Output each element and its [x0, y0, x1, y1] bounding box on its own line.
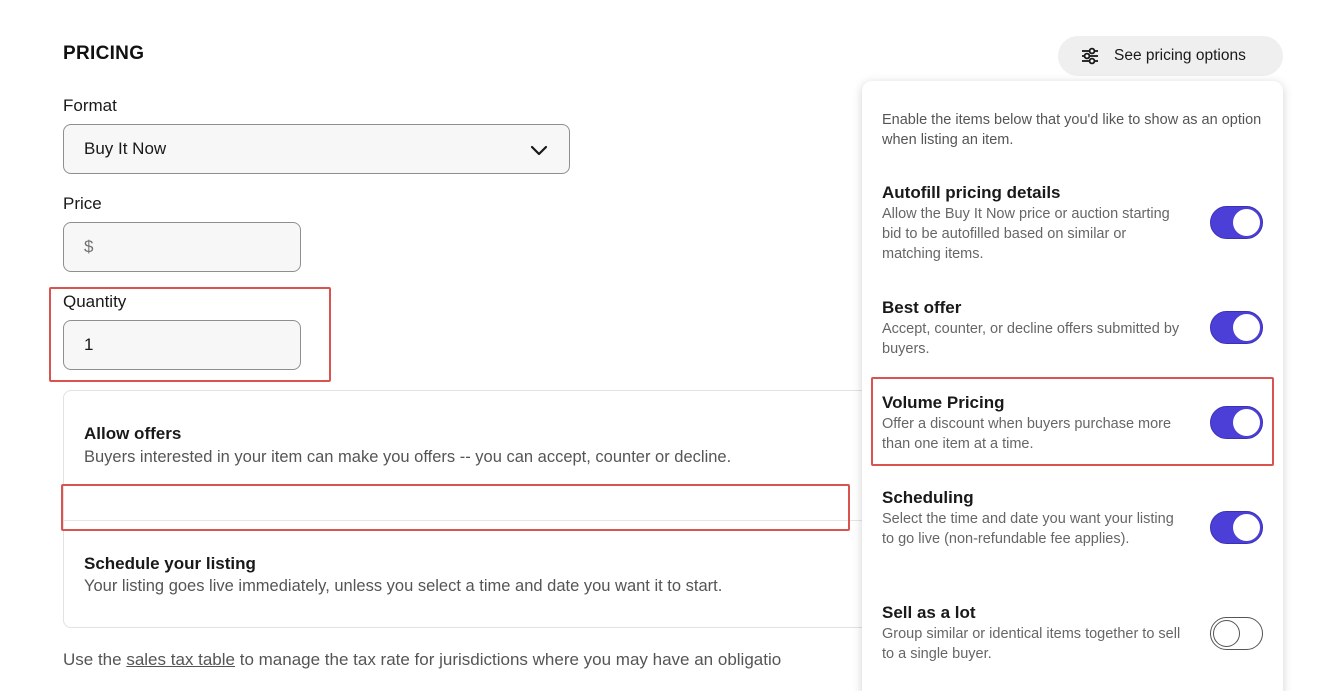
panel-intro: Enable the items below that you'd like t… [882, 112, 1262, 148]
schedule-desc: Your listing goes live immediately, unle… [84, 577, 723, 595]
option-title: Autofill pricing details [882, 183, 1061, 202]
chevron-down-icon [530, 145, 548, 156]
option-desc: Accept, counter, or decline offers submi… [882, 321, 1180, 357]
allow-offers-desc: Buyers interested in your item can make … [84, 448, 732, 466]
toggle-knob [1233, 209, 1260, 236]
price-input[interactable]: $ [63, 222, 301, 272]
allow-offers-title: Allow offers [84, 424, 182, 443]
price-label: Price [63, 194, 102, 213]
see-pricing-options-label: See pricing options [1114, 47, 1246, 64]
option-title: Sell as a lot [882, 603, 976, 622]
option-desc: Allow the Buy It Now price or auction st… [882, 206, 1170, 262]
format-select[interactable]: Buy It Now [63, 124, 570, 174]
section-title: PRICING [63, 43, 145, 64]
option-desc: Select the time and date you want your l… [882, 511, 1174, 547]
footer-suffix: to manage the tax rate for jurisdictions… [235, 650, 782, 669]
format-label: Format [63, 96, 117, 115]
format-value: Buy It Now [84, 139, 167, 158]
sales-tax-link[interactable]: sales tax table [126, 650, 235, 669]
option-title: Best offer [882, 298, 962, 317]
scheduling-toggle[interactable] [1210, 511, 1263, 544]
quantity-label: Quantity [63, 292, 127, 311]
best-offer-toggle[interactable] [1210, 311, 1263, 344]
price-placeholder: $ [84, 237, 94, 256]
footer-prefix: Use the [63, 650, 127, 669]
see-pricing-options-button[interactable]: See pricing options [1058, 36, 1283, 76]
volume-pricing-highlight [871, 377, 1274, 466]
autofill-pricing-toggle[interactable] [1210, 206, 1263, 239]
option-scheduling: Scheduling Select the time and date you … [882, 487, 1267, 549]
toggle-knob [1233, 514, 1260, 541]
schedule-title: Schedule your listing [84, 554, 256, 573]
tax-footer: Use the sales tax table to manage the ta… [63, 650, 781, 670]
empty-row-highlight [61, 484, 850, 531]
option-title: Scheduling [882, 488, 974, 507]
toggle-knob [1233, 314, 1260, 341]
sliders-icon [1082, 47, 1098, 65]
option-desc: Group similar or identical items togethe… [882, 626, 1181, 662]
quantity-input[interactable]: 1 [63, 320, 301, 370]
sell-as-lot-toggle[interactable] [1210, 617, 1263, 650]
toggle-knob [1213, 619, 1240, 647]
quantity-value: 1 [84, 335, 94, 354]
